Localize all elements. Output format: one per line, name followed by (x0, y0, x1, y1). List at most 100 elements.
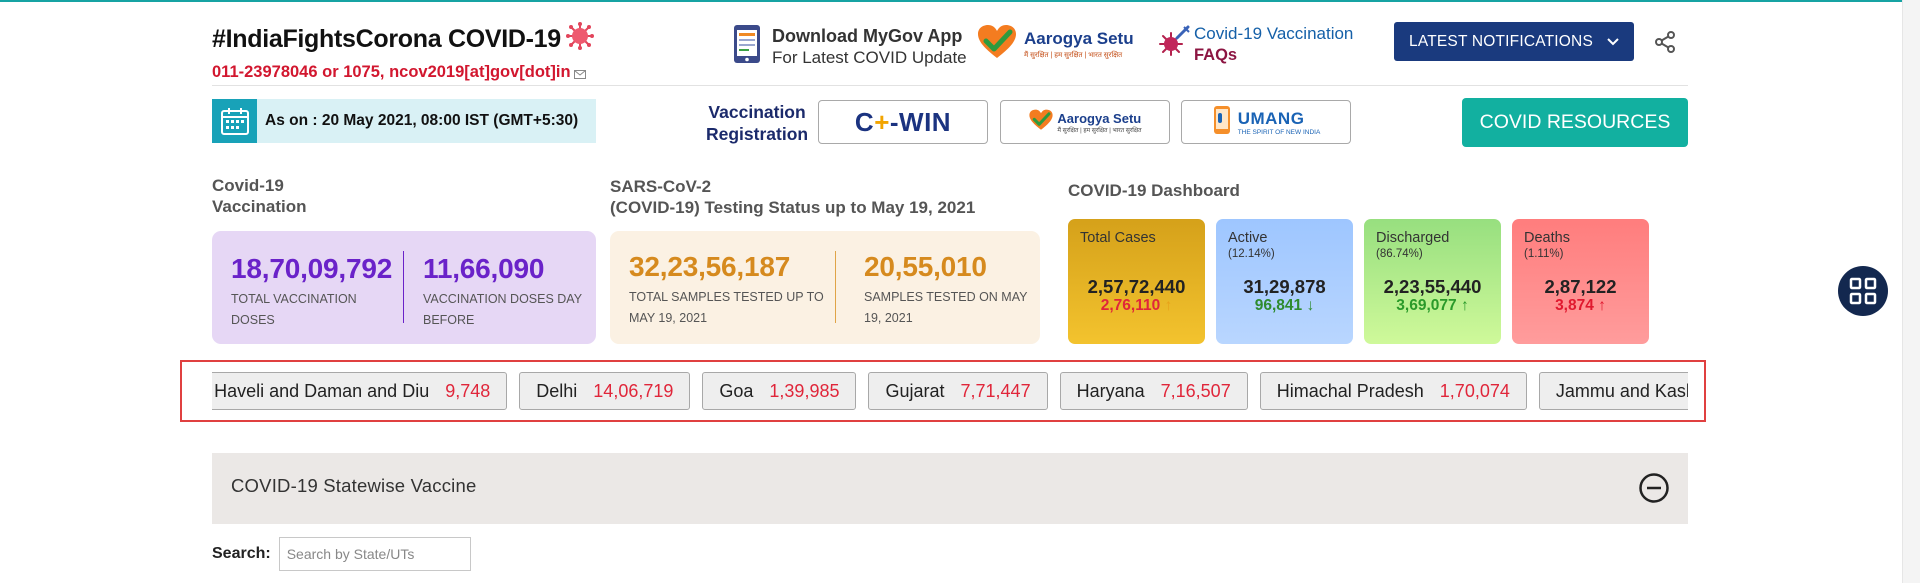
active-change-value: 96,841 (1254, 297, 1303, 314)
active-value: 31,29,878 (1243, 276, 1326, 297)
vaccination-faq-link[interactable]: Covid-19 Vaccination FAQs (1158, 24, 1353, 65)
vaccination-registration-line2: Registration (706, 124, 809, 144)
samples-on-date-value: 20,55,010 (864, 251, 987, 282)
virus-icon (565, 22, 595, 57)
total-samples-value: 32,23,56,187 (629, 251, 791, 282)
mygov-app-link[interactable]: Download MyGov App For Latest COVID Upda… (732, 24, 967, 69)
collapse-minus-icon[interactable] (1638, 472, 1670, 509)
total-cases-value: 2,57,72,440 (1087, 276, 1186, 297)
helpline-text: 011-23978046 or 1075, ncov2019[at]gov[do… (212, 63, 571, 81)
state-value: 7,16,507 (1160, 380, 1231, 401)
brand-block: #IndiaFightsCorona COVID-19 011-23978046… (212, 22, 595, 84)
deaths-value: 2,87,122 (1544, 276, 1617, 297)
total-vaccination-label: TOTAL VACCINATION DOSES (231, 292, 357, 327)
deaths-card[interactable]: Deaths (1.11%) 2,87,122 3,874 ↑ (1512, 219, 1649, 344)
cowin-text-b: -WIN (889, 106, 952, 137)
deaths-change: 3,874 ↑ (1512, 297, 1649, 315)
page-container: #IndiaFightsCorona COVID-19 011-23978046… (212, 0, 1688, 583)
vaccination-registration-label: Vaccination Registration (706, 101, 808, 145)
grid-menu-icon[interactable] (1838, 266, 1888, 316)
total-cases-title: Total Cases (1080, 230, 1156, 246)
state-chip[interactable]: Gujarat 7,71,447 (868, 372, 1048, 410)
cowin-button[interactable]: C + -WIN (818, 100, 988, 144)
state-value: 14,06,719 (593, 380, 674, 401)
umang-button[interactable]: UMANG THE SPIRIT OF NEW INDIA (1181, 100, 1351, 144)
state-chip[interactable]: Haryana 7,16,507 (1059, 372, 1248, 410)
total-samples-stat: 32,23,56,187 TOTAL SAMPLES TESTED UP TO … (629, 251, 829, 329)
arrow-down-icon: ↓ (1306, 297, 1315, 314)
vaccination-title-line1: Covid-19 (212, 176, 284, 195)
deaths-change-value: 3,874 (1555, 297, 1594, 314)
total-cases-change-value: 2,76,110 (1100, 297, 1161, 314)
testing-divider (835, 251, 836, 323)
latest-notifications-button[interactable]: LATEST NOTIFICATIONS (1394, 22, 1634, 61)
aarogya-setu-link[interactable]: Aarogya Setu मैं सुरक्षित | हम सुरक्षित … (976, 24, 1134, 65)
header-divider (212, 85, 1688, 86)
statewise-title: COVID-19 Statewise Vaccine (231, 475, 477, 496)
total-cases-card[interactable]: Total Cases 2,57,72,440 2,76,110 ↑ (1068, 219, 1205, 344)
covid-resources-button[interactable]: COVID RESOURCES (1462, 98, 1688, 147)
state-value: 7,71,447 (960, 380, 1031, 401)
vaccination-divider (403, 251, 404, 323)
search-label: Search: (212, 545, 271, 562)
arrow-up-icon: ↑ (1164, 297, 1173, 314)
state-chip[interactable]: Dadra and Nagar Haveli and Daman and Diu… (212, 372, 508, 410)
state-name: Dadra and Nagar Haveli and Daman and Diu (212, 380, 430, 401)
total-vaccination-value: 18,70,09,792 (231, 253, 393, 284)
state-name: Haryana (1076, 380, 1145, 401)
discharged-change-value: 3,69,077 (1396, 297, 1457, 314)
state-chip[interactable]: Delhi 14,06,719 (519, 372, 691, 410)
aarogya-button-name: Aarogya Setu (1057, 110, 1142, 126)
total-vaccination-stat: 18,70,09,792 TOTAL VACCINATION DOSES (231, 253, 401, 331)
as-on-date-banner: As on : 20 May 2021, 08:00 IST (GMT+5:30… (212, 99, 596, 143)
vertical-scrollbar[interactable] (1902, 0, 1920, 583)
samples-on-date-label: SAMPLES TESTED ON MAY 19, 2021 (864, 290, 1028, 325)
vaccination-panel: 18,70,09,792 TOTAL VACCINATION DOSES 11,… (212, 231, 596, 344)
deaths-title: Deaths (1524, 230, 1570, 246)
total-samples-label: TOTAL SAMPLES TESTED UP TO MAY 19, 2021 (629, 290, 824, 325)
vaccination-faq-line1: Covid-19 Vaccination (1194, 24, 1354, 43)
arrow-up-icon: ↑ (1460, 297, 1469, 314)
share-icon[interactable] (1653, 30, 1677, 59)
vaccination-section-title: Covid-19 Vaccination (212, 175, 306, 217)
state-value: 9,748 (445, 380, 491, 401)
mail-icon[interactable] (573, 65, 586, 84)
aarogya-tagline: मैं सुरक्षित | हम सुरक्षित | भारत सुरक्ष… (1024, 52, 1123, 59)
state-name: Jammu and Kashmir (1555, 380, 1688, 401)
vaccine-virus-icon (1158, 25, 1190, 64)
testing-section-title: SARS-CoV-2 (COVID-19) Testing Status up … (610, 176, 975, 218)
heart-logo-icon (976, 24, 1018, 65)
deaths-percent: (1.11%) (1524, 248, 1564, 260)
mygov-line1: Download MyGov App (772, 25, 963, 46)
umang-phone-icon (1212, 105, 1232, 140)
state-chip[interactable]: Himachal Pradesh 1,70,074 (1259, 372, 1527, 410)
umang-name: UMANG (1237, 108, 1305, 128)
site-title[interactable]: #IndiaFightsCorona COVID-19 (212, 22, 595, 57)
active-cases-card[interactable]: Active (12.14%) 31,29,878 96,841 ↓ (1216, 219, 1353, 344)
aarogya-setu-button[interactable]: Aarogya Setu मैं सुरक्षित | हम सुरक्षित … (1000, 100, 1170, 144)
latest-notifications-label: LATEST NOTIFICATIONS (1409, 32, 1593, 50)
statewise-vaccine-accordion[interactable]: COVID-19 Statewise Vaccine (212, 453, 1688, 524)
vaccination-day-before-stat: 11,66,090 VACCINATION DOSES DAY BEFORE (423, 253, 593, 331)
chevron-down-icon (1607, 33, 1619, 51)
site-title-text: #IndiaFightsCorona COVID-19 (212, 25, 561, 53)
state-ticker: Dadra and Nagar Haveli and Daman and Diu… (212, 372, 1688, 412)
state-chip[interactable]: Goa 1,39,985 (702, 372, 857, 410)
vaccination-day-before-label: VACCINATION DOSES DAY BEFORE (423, 292, 582, 327)
state-name: Goa (719, 380, 754, 401)
discharged-card[interactable]: Discharged (86.74%) 2,23,55,440 3,69,077… (1364, 219, 1501, 344)
helpline-contact[interactable]: 011-23978046 or 1075, ncov2019[at]gov[do… (212, 61, 595, 84)
heart-logo-icon (1028, 109, 1054, 136)
vaccination-registration-line1: Vaccination (708, 102, 806, 122)
umang-tagline: THE SPIRIT OF NEW INDIA (1237, 128, 1321, 136)
mygov-line2: For Latest COVID Update (772, 47, 967, 67)
state-search-input[interactable] (278, 537, 471, 571)
total-cases-change: 2,76,110 ↑ (1068, 297, 1205, 315)
state-chip[interactable]: Jammu and Kashmir (1538, 372, 1688, 410)
active-title: Active (1228, 230, 1268, 246)
discharged-value: 2,23,55,440 (1383, 276, 1482, 297)
mygov-app-icon (732, 24, 762, 69)
testing-title-line2: (COVID-19) Testing Status up to May 19, … (610, 198, 976, 217)
state-name: Himachal Pradesh (1276, 380, 1424, 401)
state-ticker-track: Dadra and Nagar Haveli and Daman and Diu… (212, 372, 1688, 410)
